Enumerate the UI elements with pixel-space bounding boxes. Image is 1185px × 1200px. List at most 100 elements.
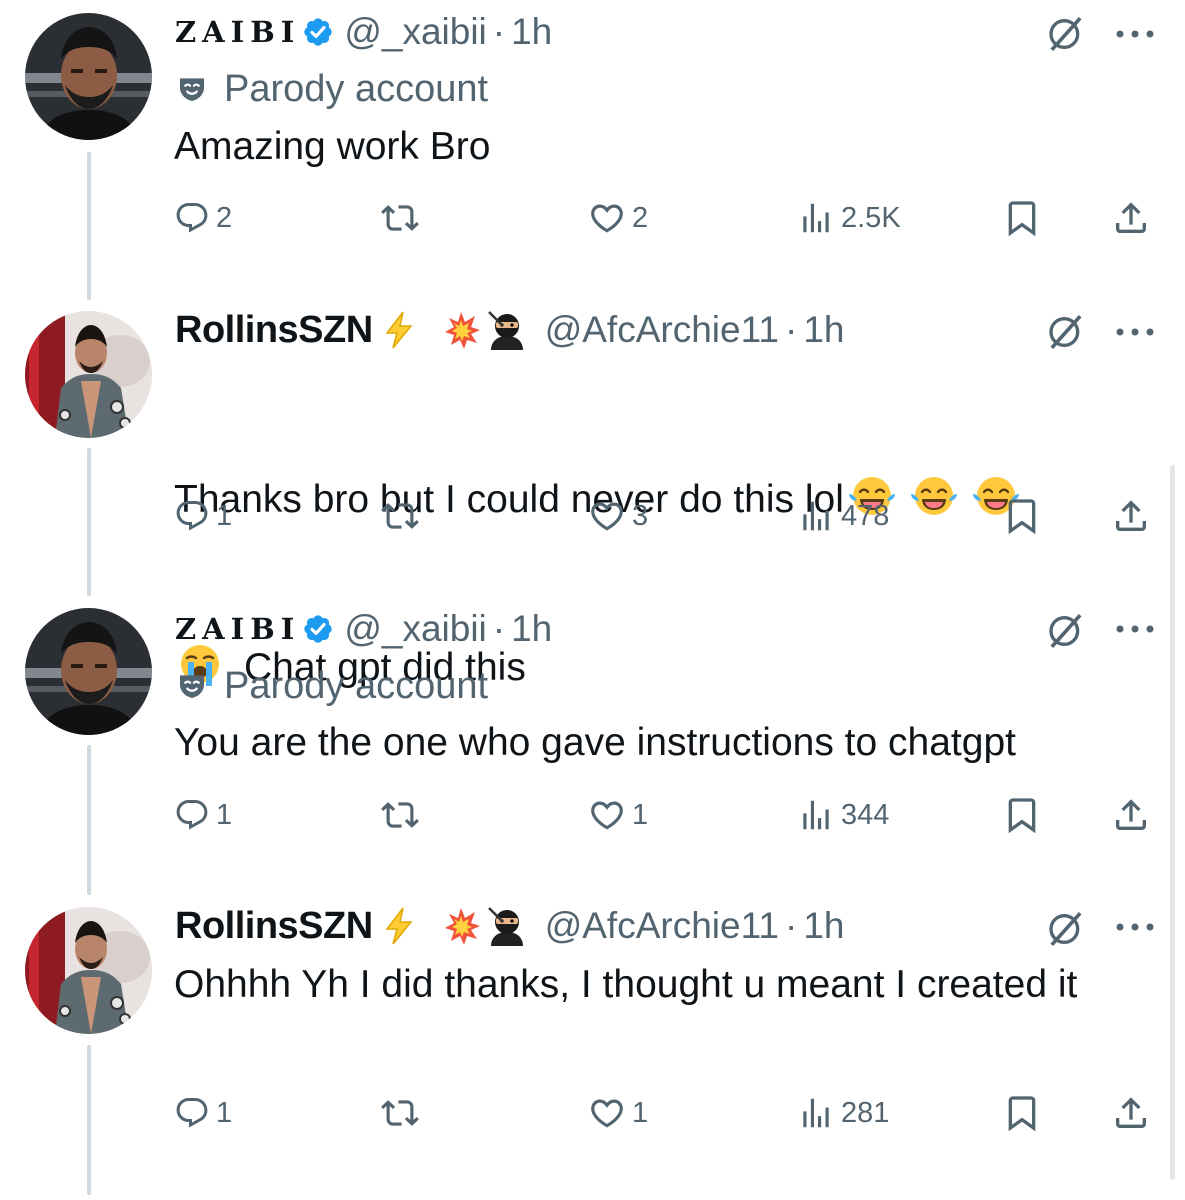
avatar[interactable] [25, 907, 152, 1034]
reply-item[interactable]: RollinsSZN @AfcArchie11 · 1h Thanks bro … [0, 300, 1185, 689]
avatar[interactable] [25, 13, 152, 140]
retweet-button[interactable] [381, 494, 419, 538]
retweet-icon [381, 199, 419, 237]
collision-emoji [441, 906, 481, 946]
like-icon [588, 1094, 626, 1132]
retweet-icon [381, 1094, 419, 1132]
share-icon [1111, 1093, 1151, 1133]
reply-icon [174, 498, 210, 534]
like-button[interactable]: 3 [588, 494, 648, 538]
reply-icon [174, 200, 210, 236]
views-button[interactable]: 281 [797, 1091, 889, 1135]
share-button[interactable] [1111, 196, 1151, 240]
more-icon[interactable] [1114, 917, 1156, 937]
reply-header: RollinsSZN @AfcArchie11 · 1h [175, 902, 844, 950]
share-button[interactable] [1111, 494, 1151, 538]
like-count: 1 [632, 798, 649, 831]
reply-button[interactable]: 1 [174, 1091, 232, 1135]
like-button[interactable]: 2 [588, 196, 648, 240]
handle[interactable]: @AfcArchie11 [545, 309, 779, 351]
display-name[interactable]: RollinsSZN [175, 905, 373, 948]
share-button[interactable] [1111, 793, 1151, 837]
more-icon[interactable] [1114, 619, 1156, 639]
grok-icon[interactable] [1046, 312, 1086, 352]
action-bar: 1 1 281 [0, 1091, 1185, 1135]
retweet-icon [381, 796, 419, 834]
reply-item[interactable]: RollinsSZN @AfcArchie11 · 1h Ohhhh Yh I … [0, 897, 1185, 1200]
display-name[interactable]: ZAIBI [175, 15, 300, 49]
reply-count: 1 [216, 1096, 233, 1129]
handle[interactable]: @AfcArchie11 [545, 905, 779, 947]
avatar[interactable] [25, 608, 152, 735]
bookmark-icon [1002, 496, 1042, 536]
reply-button[interactable]: 1 [174, 494, 232, 538]
like-icon [588, 199, 626, 237]
like-count: 2 [632, 201, 649, 234]
grok-icon[interactable] [1046, 909, 1086, 949]
like-count: 3 [632, 499, 649, 532]
bookmark-button[interactable] [1002, 494, 1042, 538]
timestamp[interactable]: 1h [803, 905, 844, 947]
more-icon[interactable] [1114, 322, 1156, 342]
views-icon [797, 1094, 835, 1132]
display-name[interactable]: ZAIBI [175, 612, 300, 646]
retweet-icon [381, 497, 419, 535]
bookmark-button[interactable] [1002, 1091, 1042, 1135]
timestamp[interactable]: 1h [511, 608, 552, 650]
retweet-button[interactable] [381, 793, 419, 837]
more-icon[interactable] [1114, 24, 1156, 44]
timestamp[interactable]: 1h [511, 11, 552, 53]
views-button[interactable]: 2.5K [797, 196, 901, 240]
reply-button[interactable]: 1 [174, 793, 232, 837]
reply-icon [174, 1095, 210, 1131]
like-button[interactable]: 1 [588, 793, 648, 837]
grok-icon[interactable] [1046, 611, 1086, 651]
handle[interactable]: @_xaibii [344, 608, 486, 650]
views-icon [797, 497, 835, 535]
action-bar: 1 1 344 [0, 793, 1185, 837]
display-name[interactable]: RollinsSZN [175, 309, 373, 352]
separator-dot: · [785, 309, 798, 350]
bookmark-icon [1002, 795, 1042, 835]
reply-text: Ohhhh Yh I did thanks, I thought u meant… [174, 963, 1078, 1006]
reply-item[interactable]: ZAIBI @_xaibii · 1h Parody account You a… [0, 597, 1185, 897]
bookmark-icon [1002, 1093, 1042, 1133]
reply-item[interactable]: ZAIBI @_xaibii · 1h Parody account Amazi… [0, 0, 1185, 300]
lightning-emoji [379, 906, 419, 946]
views-button[interactable]: 478 [797, 494, 889, 538]
reply-header: ZAIBI @_xaibii · 1h [175, 605, 552, 653]
reply-count: 1 [216, 499, 233, 532]
action-bar: 2 2 2.5K [0, 196, 1185, 240]
retweet-button[interactable] [381, 196, 419, 240]
reply-count: 1 [216, 798, 233, 831]
verified-badge-icon [302, 16, 334, 48]
bookmark-icon [1002, 198, 1042, 238]
reply-icon [174, 797, 210, 833]
like-button[interactable]: 1 [588, 1091, 648, 1135]
share-icon [1111, 496, 1151, 536]
retweet-button[interactable] [381, 1091, 419, 1135]
lightning-emoji [379, 310, 419, 350]
views-icon [797, 199, 835, 237]
like-count: 1 [632, 1096, 649, 1129]
parody-mask-icon [176, 670, 208, 702]
avatar[interactable] [25, 311, 152, 438]
bookmark-button[interactable] [1002, 196, 1042, 240]
separator-dot: · [492, 608, 506, 649]
parody-label-text: Parody account [224, 664, 489, 707]
handle[interactable]: @_xaibii [344, 11, 486, 53]
parody-label: Parody account [176, 663, 488, 709]
timestamp[interactable]: 1h [803, 309, 844, 351]
bookmark-button[interactable] [1002, 793, 1042, 837]
like-icon [588, 497, 626, 535]
views-button[interactable]: 344 [797, 793, 889, 837]
parody-label-text: Parody account [224, 67, 489, 110]
grok-icon[interactable] [1046, 14, 1086, 54]
reply-header: ZAIBI @_xaibii · 1h [175, 8, 552, 56]
reply-button[interactable]: 2 [174, 196, 232, 240]
separator-dot: · [492, 11, 506, 52]
views-count: 344 [841, 798, 890, 831]
share-button[interactable] [1111, 1091, 1151, 1135]
separator-dot: · [785, 905, 798, 946]
share-icon [1111, 198, 1151, 238]
